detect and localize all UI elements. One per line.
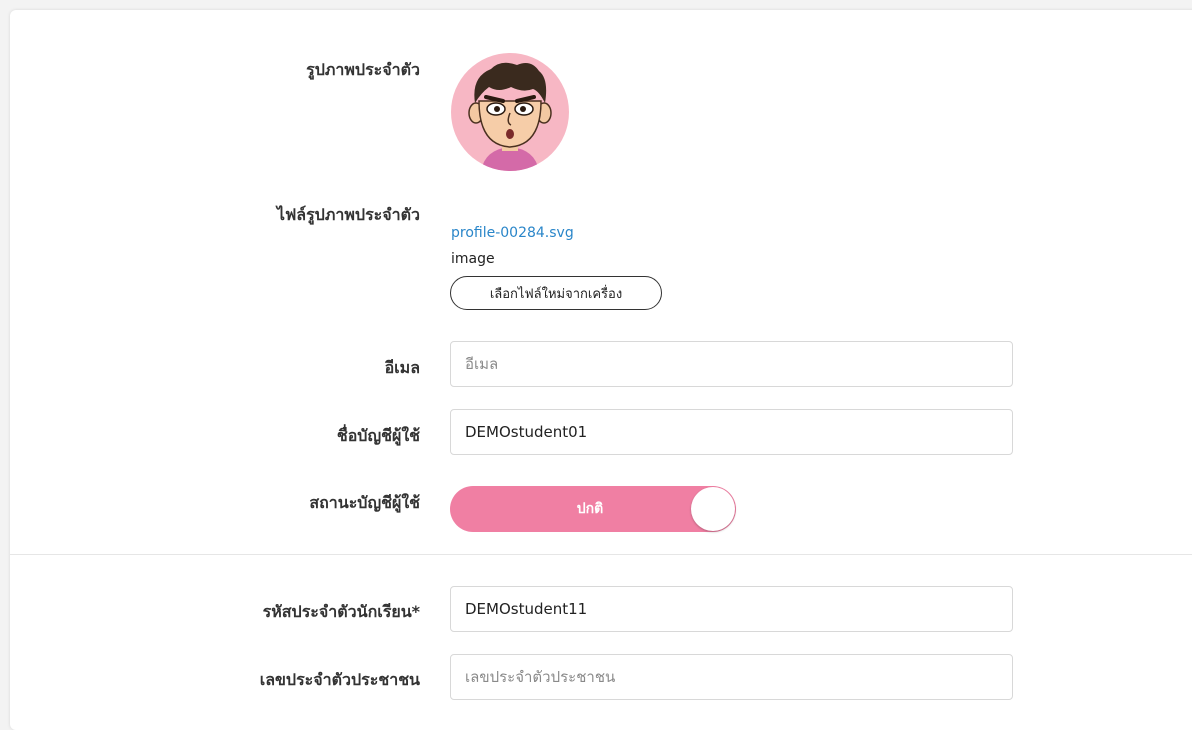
email-label: อีเมล bbox=[384, 358, 420, 377]
national-id-field[interactable] bbox=[450, 654, 1013, 700]
profile-file-type: image bbox=[451, 251, 495, 267]
username-label: ชื่อบัญชีผู้ใช้ bbox=[336, 426, 420, 445]
profile-picture-label: รูปภาพประจำตัว bbox=[306, 60, 420, 79]
toggle-knob bbox=[691, 487, 735, 531]
student-id-field[interactable] bbox=[450, 586, 1013, 632]
student-id-label: รหัสประจำตัวนักเรียน* bbox=[262, 602, 420, 621]
email-field[interactable] bbox=[450, 341, 1013, 387]
cartoon-boy-avatar-icon bbox=[451, 53, 569, 171]
account-status-label: สถานะบัญชีผู้ใช้ bbox=[309, 493, 420, 512]
profile-file-label: ไฟล์รูปภาพประจำตัว bbox=[276, 205, 420, 224]
account-status-toggle[interactable]: ปกติ bbox=[450, 486, 736, 532]
section-divider bbox=[10, 554, 1192, 555]
username-field[interactable] bbox=[450, 409, 1013, 455]
profile-form-card: รูปภาพประจำตัว ไฟล์รูปภาพประจำตัว profil… bbox=[10, 10, 1192, 730]
account-status-value: ปกติ bbox=[576, 501, 604, 517]
profile-file-link[interactable]: profile-00284.svg bbox=[451, 225, 574, 241]
choose-file-button[interactable]: เลือกไฟล์ใหม่จากเครื่อง bbox=[450, 276, 662, 310]
national-id-label: เลขประจำตัวประชาชน bbox=[259, 670, 420, 689]
